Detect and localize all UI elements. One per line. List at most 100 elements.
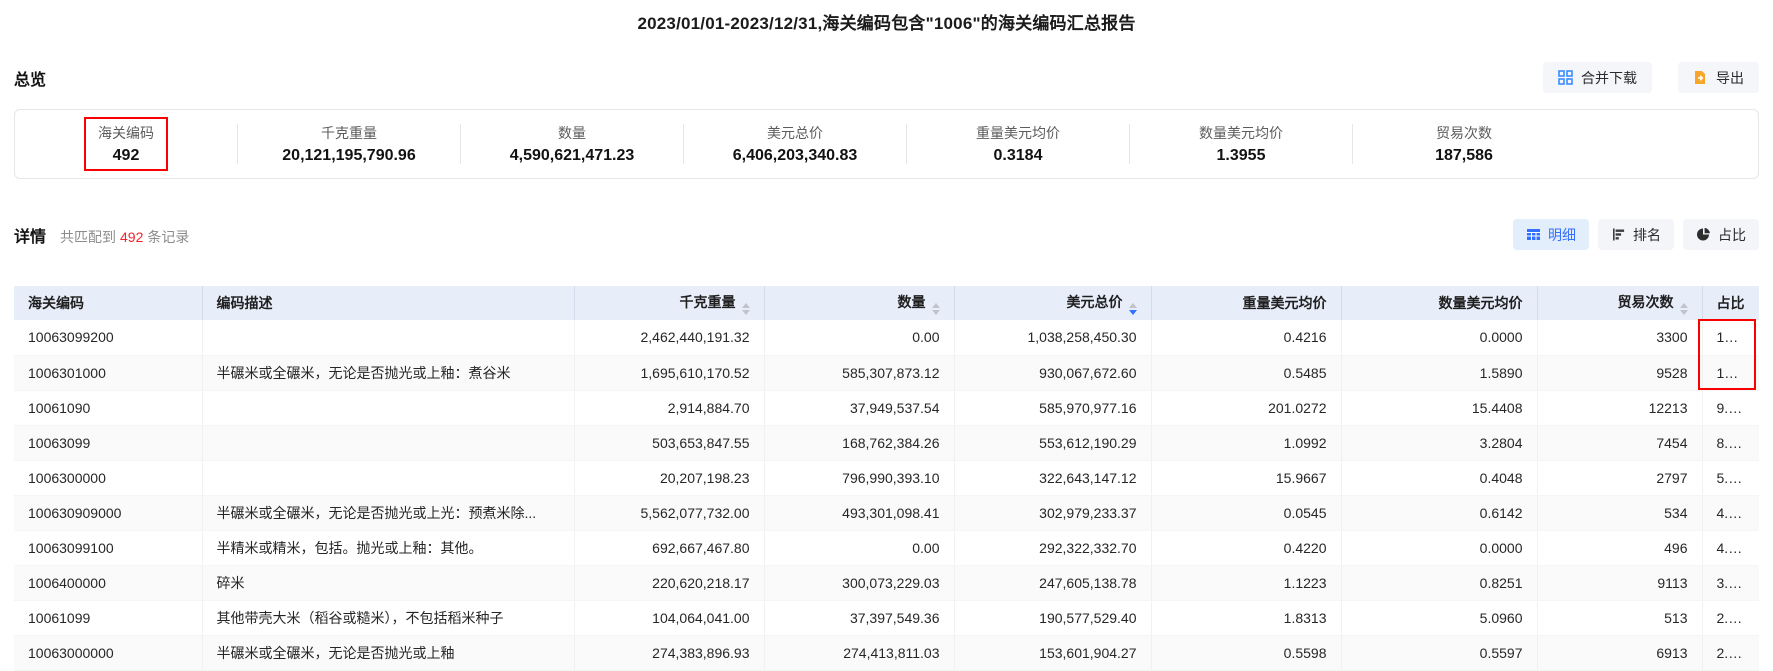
cell-3: 585,307,873.12 [764,355,954,390]
tab-label: 明细 [1548,225,1576,245]
cell-2: 5,562,077,732.00 [574,495,764,530]
column-header-5: 重量美元均价 [1151,286,1341,320]
cell-6: 0.8251 [1341,565,1537,600]
cell-0: 10063099 [14,425,202,460]
cell-4: 585,970,977.16 [954,390,1151,425]
cell-0: 1006301000 [14,355,202,390]
match-suffix: 条记录 [147,229,189,245]
cell-2: 2,462,440,191.32 [574,320,764,355]
sort-asc-icon[interactable] [932,303,940,308]
detail-heading-group: 详情 共匹配到492条记录 [14,223,189,247]
merge-download-button[interactable]: 合并下载 [1543,62,1652,93]
sort-control[interactable] [742,303,750,315]
column-header-7[interactable]: 贸易次数 [1537,286,1702,320]
cell-1: 半碾米或全碾米，无论是否抛光或上光：预煮米除... [202,495,574,530]
cell-3: 796,990,393.10 [764,460,954,495]
cell-2: 274,383,896.93 [574,635,764,670]
detail-heading: 详情 [14,223,46,247]
report-page: 2023/01/01-2023/12/31,海关编码包含"1006"的海关编码汇… [0,0,1773,667]
cell-0: 10061099 [14,600,202,635]
stat-value: 4,590,621,471.23 [510,147,635,165]
stat-label: 海关编码 [98,123,154,143]
cell-4: 302,979,233.37 [954,495,1151,530]
column-label: 编码描述 [217,295,273,311]
sort-asc-icon[interactable] [742,303,750,308]
sort-desc-icon[interactable] [932,310,940,315]
stat-label: 美元总价 [767,123,823,143]
column-label: 千克重量 [680,294,736,310]
cell-8: 16.21% [1702,320,1759,355]
cell-8: 3.87% [1702,565,1759,600]
cell-2: 503,653,847.55 [574,425,764,460]
cell-1 [202,460,574,495]
cell-6: 0.0000 [1341,320,1537,355]
cell-4: 1,038,258,450.30 [954,320,1151,355]
table-row: 100610902,914,884.7037,949,537.54585,970… [14,390,1759,425]
stat-value: 0.3184 [994,147,1043,165]
cell-5: 0.5485 [1151,355,1341,390]
cell-3: 300,073,229.03 [764,565,954,600]
column-header-4[interactable]: 美元总价 [954,286,1151,320]
cell-0: 100630909000 [14,495,202,530]
table-row: 1006301000半碾米或全碾米，无论是否抛光或上釉：煮谷米1,695,610… [14,355,1759,390]
column-label: 海关编码 [28,295,84,311]
column-label: 贸易次数 [1618,294,1674,310]
export-button[interactable]: 导出 [1678,62,1759,93]
sort-desc-icon[interactable] [742,310,750,315]
cell-5: 0.0545 [1151,495,1341,530]
cell-8: 5.04% [1702,460,1759,495]
cell-3: 0.00 [764,530,954,565]
cell-5: 0.5598 [1151,635,1341,670]
column-header-3[interactable]: 数量 [764,286,954,320]
tab-proportion[interactable]: 占比 [1683,219,1759,250]
cell-7: 534 [1537,495,1702,530]
stat-value: 492 [113,147,140,165]
cell-8: 8.64% [1702,425,1759,460]
cell-0: 10063099200 [14,320,202,355]
export-icon [1693,70,1708,85]
stat-label: 千克重量 [321,123,377,143]
cell-4: 322,643,147.12 [954,460,1151,495]
match-prefix: 共匹配到 [60,229,116,245]
column-label: 重量美元均价 [1243,295,1327,311]
stat-content: 美元总价 6,406,203,340.83 [719,117,872,171]
cell-1 [202,390,574,425]
stat-content: 数量 4,590,621,471.23 [496,117,649,171]
column-label: 美元总价 [1067,294,1123,310]
cell-8: 2.97% [1702,600,1759,635]
cell-8: 4.56% [1702,530,1759,565]
cell-3: 0.00 [764,320,954,355]
cell-6: 0.0000 [1341,530,1537,565]
cell-4: 292,322,332.70 [954,530,1151,565]
cell-0: 10061090 [14,390,202,425]
cell-5: 0.4216 [1151,320,1341,355]
annotation-box-stat: 海关编码 492 [84,117,168,171]
sort-asc-icon[interactable] [1680,303,1688,308]
column-header-2[interactable]: 千克重量 [574,286,764,320]
tab-ranking[interactable]: 排名 [1598,219,1674,250]
overview-stat-4: 重量美元均价 0.3184 [907,117,1129,171]
overview-stats-card: 海关编码 492 千克重量 20,121,195,790.96 数量 4,590… [14,109,1759,179]
overview-actions: 合并下载导出 [1543,62,1759,93]
stat-value: 6,406,203,340.83 [733,147,858,165]
column-label: 数量 [898,294,926,310]
cell-2: 692,667,467.80 [574,530,764,565]
stat-value: 20,121,195,790.96 [282,147,415,165]
cell-5: 1.8313 [1151,600,1341,635]
report-title-bar: 2023/01/01-2023/12/31,海关编码包含"1006"的海关编码汇… [0,0,1773,34]
sort-asc-icon[interactable] [1129,303,1137,308]
detail-header-row: 详情 共匹配到492条记录 明细 排名占比 [0,219,1773,250]
sort-control[interactable] [1129,303,1137,315]
cell-6: 0.6142 [1341,495,1537,530]
sort-control[interactable] [932,303,940,315]
sort-desc-icon[interactable] [1680,310,1688,315]
sort-desc-icon[interactable] [1129,310,1137,315]
cell-8: 14.52% [1702,355,1759,390]
sort-control[interactable] [1680,303,1688,315]
cell-2: 2,914,884.70 [574,390,764,425]
cell-7: 513 [1537,600,1702,635]
cell-4: 930,067,672.60 [954,355,1151,390]
cell-5: 1.1223 [1151,565,1341,600]
tab-detail[interactable]: 明细 [1513,219,1589,250]
cell-6: 1.5890 [1341,355,1537,390]
